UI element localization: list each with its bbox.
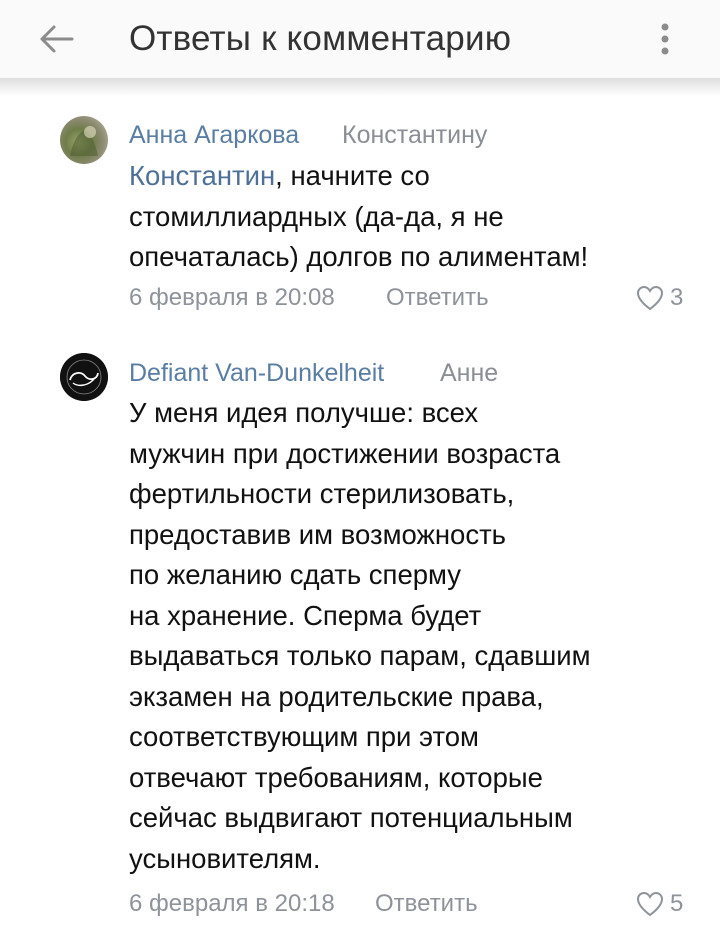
- like-button[interactable]: 5: [636, 887, 696, 921]
- header-shadow: [0, 78, 720, 96]
- arrow-left-icon: [40, 25, 74, 53]
- comment-text: Константин, начните со стомиллиардных (д…: [129, 156, 689, 278]
- avatar[interactable]: [60, 353, 108, 401]
- comment-author[interactable]: Defiant Van-Dunkelheit: [129, 357, 384, 389]
- user-photo-avatar: [70, 126, 98, 156]
- more-options-button[interactable]: [645, 14, 685, 64]
- reply-to-name[interactable]: Анне: [440, 357, 498, 389]
- page-title: Ответы к комментарию: [129, 19, 512, 58]
- comment-timestamp: 6 февраля в 20:18: [129, 890, 335, 917]
- like-count: 3: [670, 284, 684, 311]
- comment-text: У меня идея получше: всех мужчин при дос…: [129, 397, 591, 874]
- mention-link[interactable]: Константин: [129, 160, 275, 191]
- like-count: 5: [670, 890, 684, 917]
- more-vertical-icon: [661, 23, 669, 55]
- heart-icon: [636, 285, 664, 311]
- avatar[interactable]: [60, 116, 108, 164]
- reply-button[interactable]: Ответить: [386, 281, 489, 315]
- heart-icon: [636, 891, 664, 917]
- back-button[interactable]: [30, 14, 82, 64]
- like-button[interactable]: 3: [636, 281, 696, 315]
- logo-avatar: [60, 353, 108, 401]
- comment-author[interactable]: Анна Агаркова: [129, 119, 299, 151]
- reply-to-name[interactable]: Константину: [342, 119, 487, 151]
- reply-button[interactable]: Ответить: [375, 887, 478, 921]
- comment-timestamp: 6 февраля в 20:08: [129, 284, 335, 311]
- top-app-bar: Ответы к комментарию: [0, 0, 720, 78]
